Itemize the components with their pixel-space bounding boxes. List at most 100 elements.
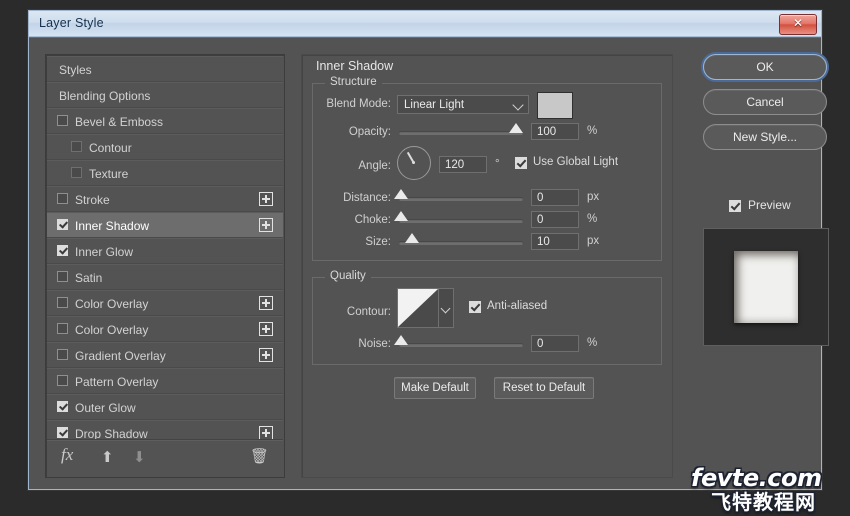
opacity-input[interactable]: 100 — [531, 123, 579, 140]
styles-list[interactable]: Styles Blending Options Bevel & Emboss Cont… — [47, 56, 283, 439]
styles-list-item[interactable]: Outer Glow — [47, 394, 283, 420]
layer-style-dialog: Layer Style ✕ Styles Blending Options Beve… — [28, 10, 829, 514]
blend-mode-select[interactable]: Linear Light — [397, 95, 529, 114]
size-slider-thumb[interactable] — [405, 233, 419, 243]
styles-list-item[interactable]: Styles — [47, 56, 283, 82]
styles-list-item[interactable]: Satin — [47, 264, 283, 290]
styles-list-item[interactable]: Drop Shadow — [47, 420, 283, 439]
fx-icon[interactable]: fx — [61, 445, 73, 465]
style-enable-checkbox[interactable] — [57, 115, 68, 127]
styles-toolbar: fx ⬆ ⬇ 🗑 — [47, 439, 283, 476]
choke-slider[interactable] — [394, 211, 523, 223]
styles-list-item-label: Contour — [89, 140, 132, 155]
styles-list-item[interactable]: Pattern Overlay — [47, 368, 283, 394]
angle-dial[interactable] — [397, 146, 431, 180]
style-enable-checkbox[interactable] — [57, 245, 68, 257]
use-global-light-checkbox[interactable] — [515, 157, 527, 169]
styles-list-item[interactable]: Contour — [47, 134, 283, 160]
styles-list-item[interactable]: Inner Shadow — [47, 212, 283, 238]
styles-list-item-label: Color Overlay — [75, 296, 149, 311]
styles-list-item[interactable]: Inner Glow — [47, 238, 283, 264]
styles-list-item[interactable]: Blending Options — [47, 82, 283, 108]
style-enable-checkbox[interactable] — [57, 271, 68, 283]
choke-input[interactable]: 0 — [531, 211, 579, 228]
noise-input[interactable]: 0 — [531, 335, 579, 352]
noise-unit: % — [587, 337, 598, 349]
style-enable-checkbox[interactable] — [57, 427, 68, 439]
distance-unit: px — [587, 191, 600, 203]
add-effect-plus-icon[interactable] — [259, 348, 273, 362]
styles-list-item[interactable]: Color Overlay — [47, 316, 283, 342]
preview-label: Preview — [748, 198, 791, 212]
noise-slider-thumb[interactable] — [394, 335, 408, 345]
style-enable-checkbox[interactable] — [57, 323, 68, 335]
move-down-icon[interactable]: ⬇ — [133, 448, 146, 466]
blend-color-swatch[interactable] — [537, 92, 573, 119]
effect-settings-panel: Inner Shadow Structure Blend Mode: Linea… — [301, 54, 673, 478]
styles-list-item[interactable]: Stroke — [47, 186, 283, 212]
opacity-slider[interactable] — [399, 123, 523, 135]
angle-input[interactable]: 120 — [439, 156, 487, 173]
preview-checkbox[interactable] — [729, 200, 741, 212]
distance-slider[interactable] — [394, 189, 523, 201]
add-effect-plus-icon[interactable] — [259, 426, 273, 439]
styles-list-item-label: Color Overlay — [75, 322, 149, 337]
opacity-unit: % — [587, 125, 598, 137]
styles-panel: Styles Blending Options Bevel & Emboss Cont… — [45, 54, 285, 478]
styles-list-item[interactable]: Bevel & Emboss — [47, 108, 283, 134]
contour-curve-icon — [398, 289, 438, 327]
style-enable-checkbox[interactable] — [57, 349, 68, 361]
style-enable-checkbox[interactable] — [57, 219, 68, 231]
delete-icon[interactable]: 🗑 — [250, 447, 269, 465]
preview-shape — [734, 251, 798, 323]
cancel-button[interactable]: Cancel — [703, 89, 827, 115]
quality-legend: Quality — [325, 270, 371, 282]
anti-aliased-checkbox[interactable] — [469, 301, 481, 313]
style-enable-checkbox[interactable] — [57, 375, 68, 387]
chevron-down-icon — [440, 303, 451, 314]
size-label: Size: — [365, 236, 391, 248]
add-effect-plus-icon[interactable] — [259, 322, 273, 336]
size-slider[interactable] — [399, 233, 523, 245]
style-enable-checkbox[interactable] — [57, 401, 68, 413]
distance-input[interactable]: 0 — [531, 189, 579, 206]
styles-list-item-label: Bevel & Emboss — [75, 114, 164, 129]
make-default-button[interactable]: Make Default — [394, 377, 476, 399]
style-enable-checkbox[interactable] — [57, 193, 68, 205]
close-button[interactable]: ✕ — [779, 14, 817, 35]
distance-slider-thumb[interactable] — [394, 189, 408, 199]
size-input[interactable]: 10 — [531, 233, 579, 250]
add-effect-plus-icon[interactable] — [259, 296, 273, 310]
styles-list-item-label: Pattern Overlay — [75, 374, 159, 389]
contour-dropdown-button[interactable] — [439, 288, 454, 328]
styles-list-item[interactable]: Texture — [47, 160, 283, 186]
styles-list-item-label: Drop Shadow — [75, 426, 148, 439]
noise-label: Noise: — [358, 338, 391, 350]
watermark-line-1: fevte.com — [691, 464, 822, 492]
reset-to-default-button[interactable]: Reset to Default — [494, 377, 594, 399]
styles-list-item[interactable]: Gradient Overlay — [47, 342, 283, 368]
opacity-slider-thumb[interactable] — [509, 123, 523, 133]
preview-thumbnail — [703, 228, 829, 346]
chevron-down-icon — [512, 99, 524, 111]
blend-mode-label: Blend Mode: — [326, 98, 391, 110]
noise-slider[interactable] — [394, 335, 523, 347]
move-up-icon[interactable]: ⬆ — [101, 448, 114, 466]
structure-legend: Structure — [325, 76, 382, 88]
use-global-light-label: Use Global Light — [533, 156, 619, 168]
style-enable-checkbox[interactable] — [71, 167, 82, 179]
contour-preset-thumbnail[interactable] — [397, 288, 439, 328]
styles-list-item[interactable]: Color Overlay — [47, 290, 283, 316]
styles-list-item-label: Inner Glow — [75, 244, 134, 259]
styles-list-item-label: Outer Glow — [75, 400, 136, 415]
style-enable-checkbox[interactable] — [71, 141, 82, 153]
size-unit: px — [587, 235, 600, 247]
style-enable-checkbox[interactable] — [57, 297, 68, 309]
add-effect-plus-icon[interactable] — [259, 218, 273, 232]
choke-slider-thumb[interactable] — [394, 211, 408, 221]
new-style-button[interactable]: New Style... — [703, 124, 827, 150]
styles-list-item-label: Gradient Overlay — [75, 348, 166, 363]
add-effect-plus-icon[interactable] — [259, 192, 273, 206]
angle-label: Angle: — [358, 160, 391, 172]
ok-button[interactable]: OK — [703, 54, 827, 80]
